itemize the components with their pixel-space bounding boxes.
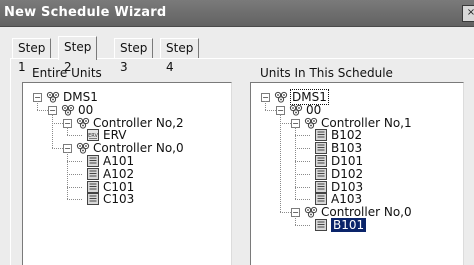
network-icon	[289, 104, 303, 116]
tree-node-label: C103	[103, 192, 135, 207]
tree-connector	[265, 109, 276, 111]
tree-connector	[67, 186, 82, 188]
tree-connector	[295, 161, 310, 162]
tree-connector	[280, 212, 291, 214]
indoor-unit-icon	[86, 167, 100, 180]
indoor-unit-icon	[314, 142, 328, 155]
tree-connector	[67, 135, 82, 137]
close-button[interactable]: ×	[462, 5, 474, 22]
network-icon	[76, 142, 90, 154]
tree-node-label: 00	[78, 102, 94, 117]
close-icon: ×	[466, 7, 474, 18]
wizard-window: New Schedule Wizard × Step 1 Step 2 Step…	[0, 0, 474, 265]
tree-connector	[295, 186, 310, 188]
tree-connector	[52, 122, 63, 124]
indoor-unit-icon	[314, 219, 328, 231]
indoor-unit-icon	[86, 180, 100, 193]
indoor-unit-icon	[314, 180, 328, 193]
tree-connector	[295, 148, 310, 150]
schedule-units-tree[interactable]: − DMS1−00− Controller No,1 B102 B103 D101 D102…	[250, 82, 464, 265]
network-icon	[46, 91, 60, 103]
network-icon	[274, 91, 288, 103]
entire-units-tree[interactable]: − DMS1−00− Controller No,2 ERV ERV − Controlle…	[22, 82, 232, 265]
indoor-unit-icon	[314, 167, 328, 180]
network-icon	[76, 117, 90, 129]
tree-connector	[52, 148, 63, 150]
tree-node-label: B101	[331, 218, 367, 232]
tree-connector	[52, 113, 53, 149]
indoor-unit-icon	[314, 193, 328, 206]
tree-connector	[67, 126, 68, 136]
indoor-unit-icon	[314, 129, 328, 142]
network-icon	[61, 104, 75, 116]
tree-connector	[67, 199, 82, 201]
tree-connector	[67, 152, 68, 200]
tab-step-3[interactable]: Step 3	[114, 38, 154, 74]
tree-connector	[67, 161, 82, 162]
tree-connector	[280, 113, 281, 213]
tree-connector	[37, 109, 48, 111]
indoor-unit-icon	[314, 155, 328, 167]
indoor-unit-icon	[86, 155, 100, 167]
tree-connector	[295, 135, 310, 137]
tab-step-2[interactable]: Step 2	[58, 36, 98, 74]
title-bar[interactable]: New Schedule Wizard ×	[0, 0, 474, 27]
indoor-unit-icon	[86, 193, 100, 206]
tree-connector	[295, 173, 310, 175]
tree-connector	[67, 173, 82, 175]
tree-connector	[37, 101, 38, 110]
network-icon	[304, 206, 318, 218]
tree-connector	[295, 199, 310, 201]
tree-connector	[265, 101, 266, 110]
tree-connector	[295, 126, 296, 200]
tree-connector	[280, 122, 291, 124]
tab-step-4[interactable]: Step 4	[160, 38, 200, 74]
erv-unit-icon: ERV	[86, 129, 100, 142]
tab-step-1[interactable]: Step 1	[12, 38, 52, 74]
tree-connector	[295, 225, 310, 226]
tree-connector	[295, 216, 296, 225]
window-title: New Schedule Wizard	[4, 5, 167, 20]
schedule-units-label: Units In This Schedule	[260, 66, 393, 80]
tree-node-label: 00	[306, 102, 322, 117]
network-icon	[304, 117, 318, 129]
